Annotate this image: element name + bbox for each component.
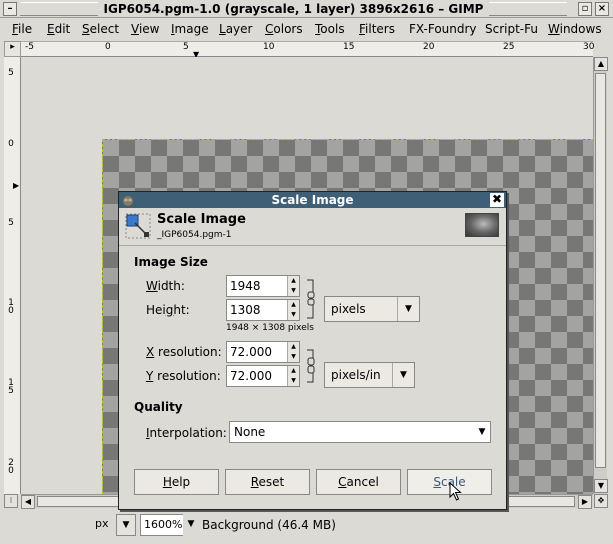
ruler-label: 0: [8, 139, 14, 149]
dialog-subheading: _IGP6054.pgm-1: [157, 230, 232, 240]
gimp-logo-icon[interactable]: [121, 193, 135, 207]
mouse-cursor-icon: [449, 482, 462, 501]
ruler-label: 1 5: [8, 378, 14, 396]
height-input[interactable]: 1308 ▲ ▼: [226, 299, 300, 321]
yres-label: Y resolution:: [146, 369, 221, 383]
width-input[interactable]: 1948 ▲ ▼: [226, 275, 300, 297]
width-spinner[interactable]: ▲ ▼: [287, 276, 299, 296]
height-label: Height:: [146, 303, 190, 317]
ruler-label: 10: [263, 42, 275, 52]
dialog-header: Scale Image _IGP6054.pgm-1: [119, 208, 506, 246]
yres-input[interactable]: 72.000 ▲ ▼: [226, 365, 300, 387]
xres-label: X resolution:: [146, 345, 222, 359]
unit-value: px: [92, 514, 117, 536]
height-spinner[interactable]: ▲ ▼: [287, 300, 299, 320]
quick-mask-toggle[interactable]: ▸: [4, 41, 21, 57]
window-menu-button[interactable]: –: [3, 2, 17, 16]
window-titlebar: – IGP6054.pgm-1.0 (grayscale, 1 layer) 3…: [0, 0, 613, 18]
scale-image-dialog: Scale Image ✖ Scale Image _IGP6054.pgm-1…: [118, 191, 507, 510]
ruler-label: 30: [583, 42, 595, 52]
ruler-pointer-icon: ▶: [13, 181, 20, 190]
image-size-heading: Image Size: [134, 255, 208, 269]
menu-image[interactable]: Image: [171, 22, 209, 36]
size-chain-link-icon[interactable]: [305, 278, 317, 320]
size-unit-combo[interactable]: pixels ▼: [324, 296, 420, 322]
interpolation-label: Interpolation:: [146, 426, 227, 440]
menu-edit[interactable]: Edit: [47, 22, 70, 36]
menu-bar: File Edit Select View Image Layer Colors…: [0, 19, 613, 40]
size-info: 1948 × 1308 pixels: [226, 323, 314, 333]
minimize-button[interactable]: ▫: [578, 2, 592, 16]
chevron-down-icon: ▼: [397, 297, 419, 321]
ruler-label: 1 0: [8, 298, 14, 316]
ruler-label: 25: [503, 42, 515, 52]
navigate-icon[interactable]: ✥: [594, 494, 608, 508]
cancel-button[interactable]: Cancel: [316, 469, 401, 495]
window-title: IGP6054.pgm-1.0 (grayscale, 1 layer) 389…: [97, 2, 490, 16]
xres-input[interactable]: 72.000 ▲ ▼: [226, 341, 300, 363]
scale-tool-icon: [125, 213, 151, 239]
zoom-dropdown-icon[interactable]: ▼: [183, 514, 199, 536]
help-button[interactable]: Help: [134, 469, 219, 495]
quality-heading: Quality: [134, 400, 183, 414]
ruler-label: 15: [343, 42, 355, 52]
zoom-dots-icon[interactable]: ⁝: [4, 494, 18, 508]
menu-colors[interactable]: Colors: [265, 22, 303, 36]
menu-view[interactable]: View: [131, 22, 159, 36]
ruler-label: 2 0: [8, 458, 14, 476]
resolution-chain-link-icon[interactable]: [305, 348, 317, 384]
vertical-ruler: 5 0 5 1 0 1 5 2 0 ▶: [4, 57, 21, 494]
width-label: Width:: [146, 279, 185, 293]
ruler-label: 20: [423, 42, 435, 52]
interpolation-combo[interactable]: None ▼: [229, 421, 491, 443]
menu-file[interactable]: File: [12, 22, 32, 36]
ruler-label: 5: [8, 218, 14, 228]
scroll-left-icon[interactable]: ◀: [21, 495, 35, 509]
dialog-titlebar: Scale Image ✖: [119, 192, 506, 208]
horizontal-ruler: -5 0 5 10 15 20 25 30 ▼: [21, 41, 595, 59]
yres-spinner[interactable]: ▲ ▼: [287, 366, 299, 386]
menu-script-fu[interactable]: Script-Fu: [485, 22, 538, 36]
ruler-label: 0: [105, 42, 111, 52]
xres-spinner[interactable]: ▲ ▼: [287, 342, 299, 362]
ruler-label: 5: [8, 68, 14, 78]
menu-layer[interactable]: Layer: [219, 22, 252, 36]
layer-info: Background (46.4 MB): [202, 518, 336, 532]
window-close-button[interactable]: ×: [595, 2, 609, 16]
resolution-unit-combo[interactable]: pixels/in ▼: [324, 362, 415, 388]
reset-button[interactable]: Reset: [225, 469, 310, 495]
image-thumbnail: [465, 213, 499, 237]
menu-select[interactable]: Select: [82, 22, 119, 36]
vertical-scrollbar[interactable]: ▲ ▼: [593, 57, 608, 494]
menu-windows[interactable]: Windows: [548, 22, 602, 36]
vertical-scroll-thumb[interactable]: [595, 73, 606, 468]
dialog-close-icon[interactable]: ✖: [490, 193, 504, 207]
dialog-heading: Scale Image: [157, 212, 246, 227]
chevron-down-icon: ▼: [478, 427, 486, 437]
status-bar: px ▼ 1600% ▼ Background (46.4 MB): [0, 510, 613, 544]
ruler-label: 5: [183, 42, 189, 52]
dialog-title: Scale Image: [271, 193, 354, 207]
scroll-down-icon[interactable]: ▼: [594, 479, 608, 493]
menu-fx-foundry[interactable]: FX-Foundry: [409, 22, 477, 36]
scroll-right-icon[interactable]: ▶: [578, 495, 592, 509]
scroll-up-icon[interactable]: ▲: [594, 57, 608, 71]
zoom-field[interactable]: 1600%: [140, 514, 184, 536]
chevron-down-icon: ▼: [392, 363, 414, 387]
unit-dropdown-icon[interactable]: ▼: [116, 514, 136, 536]
ruler-label: -5: [25, 42, 34, 52]
menu-tools[interactable]: Tools: [315, 22, 345, 36]
menu-filters[interactable]: Filters: [359, 22, 395, 36]
